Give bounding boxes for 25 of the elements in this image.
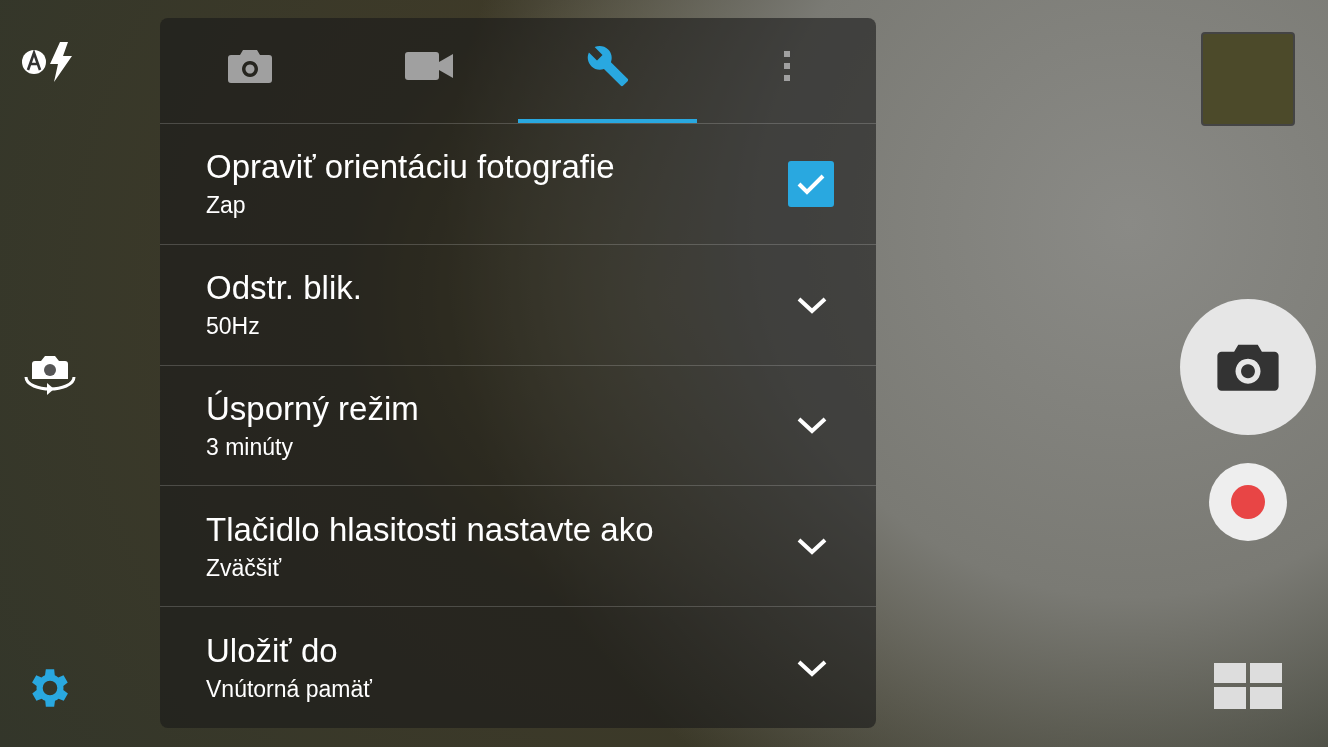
setting-row[interactable]: Uložiť do Vnútorná pamäť <box>160 607 876 728</box>
camera-icon <box>226 49 273 84</box>
setting-row[interactable]: Úsporný režim 3 minúty <box>160 365 876 487</box>
setting-value: Zväčšiť <box>206 554 283 582</box>
setting-title: Opraviť orientáciu fotografie <box>206 148 615 187</box>
setting-value: Vnútorná pamäť <box>206 676 372 704</box>
setting-title: Tlačidlo hlasitosti nastavte ako <box>206 510 654 549</box>
setting-row[interactable]: Tlačidlo hlasitosti nastavte ako Zväčšiť <box>160 486 876 608</box>
chevron-down-icon[interactable] <box>796 536 828 557</box>
camera-icon <box>1216 342 1280 391</box>
setting-title: Odstr. blik. <box>206 269 362 308</box>
setting-value: Zap <box>206 192 247 220</box>
setting-value: 3 minúty <box>206 433 294 461</box>
setting-title: Uložiť do <box>206 632 339 671</box>
more-icon <box>782 50 791 83</box>
video-camera-icon <box>404 52 453 81</box>
setting-value: 50Hz <box>206 313 261 341</box>
grid-icon[interactable] <box>1214 663 1282 709</box>
checkbox[interactable] <box>788 160 834 207</box>
wrench-icon <box>585 44 630 89</box>
setting-row[interactable]: Opraviť orientáciu fotografie Zap <box>160 123 876 245</box>
thumbnail-photo[interactable] <box>1201 32 1295 126</box>
setting-title: Úsporný režim <box>206 389 419 428</box>
chevron-down-icon[interactable] <box>796 415 828 436</box>
setting-row[interactable]: Odstr. blik. 50Hz <box>160 244 876 366</box>
